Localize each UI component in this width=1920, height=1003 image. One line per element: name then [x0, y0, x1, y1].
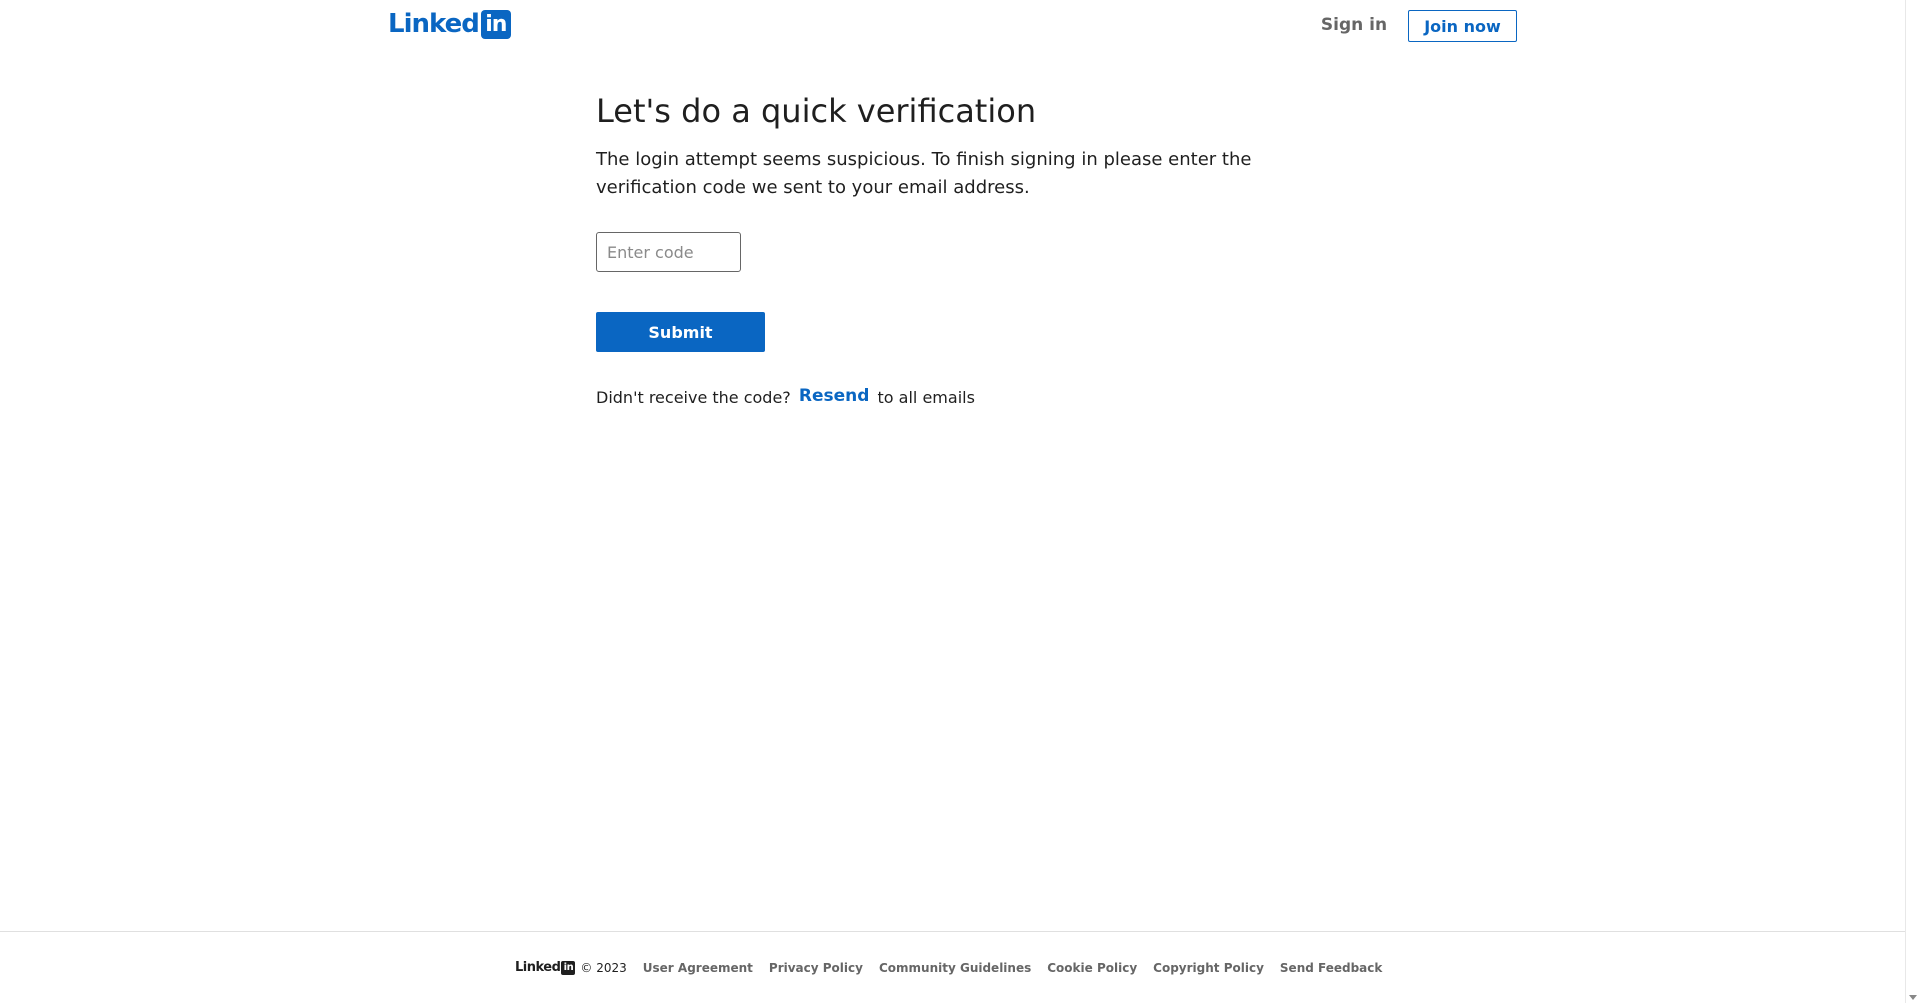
join-now-button[interactable]: Join now: [1408, 10, 1517, 42]
verification-form: Let's do a quick verification The login …: [596, 88, 1296, 407]
footer-links: Linked in © 2023 User Agreement Privacy …: [515, 960, 1398, 975]
page-title: Let's do a quick verification: [596, 92, 1037, 130]
copyright: © 2023: [580, 960, 627, 975]
footer: Linked in © 2023 User Agreement Privacy …: [0, 931, 1905, 1003]
vertical-scrollbar[interactable]: [1905, 0, 1920, 1003]
page: Linked in Sign in Join now Let's do a qu…: [0, 0, 1920, 1003]
resend-suffix: to all emails: [877, 388, 975, 407]
footer-logo: Linked in: [515, 960, 576, 975]
footer-link-community-guidelines[interactable]: Community Guidelines: [879, 961, 1031, 975]
submit-button[interactable]: Submit: [596, 312, 765, 352]
logo-in-icon: in: [480, 10, 511, 39]
footer-logo-in-icon: in: [561, 960, 576, 975]
resend-row: Didn't receive the code? Resend to all e…: [596, 386, 975, 409]
footer-link-send-feedback[interactable]: Send Feedback: [1280, 961, 1382, 975]
scroll-down-arrow-icon[interactable]: [1909, 995, 1917, 1000]
resend-link[interactable]: Resend: [799, 386, 870, 406]
footer-link-copyright-policy[interactable]: Copyright Policy: [1153, 961, 1264, 975]
page-description: The login attempt seems suspicious. To f…: [596, 149, 1252, 198]
resend-prefix: Didn't receive the code?: [596, 388, 791, 407]
footer-link-user-agreement[interactable]: User Agreement: [643, 961, 753, 975]
footer-link-privacy-policy[interactable]: Privacy Policy: [769, 961, 863, 975]
logo-wordmark: Linked: [388, 9, 480, 39]
sign-in-link[interactable]: Sign in: [1318, 14, 1390, 36]
footer-logo-wordmark: Linked: [515, 960, 561, 975]
footer-link-cookie-policy[interactable]: Cookie Policy: [1047, 961, 1137, 975]
verification-code-input[interactable]: [596, 232, 741, 272]
linkedin-logo[interactable]: Linked in: [388, 10, 511, 39]
header: Linked in Sign in Join now: [0, 0, 1905, 52]
